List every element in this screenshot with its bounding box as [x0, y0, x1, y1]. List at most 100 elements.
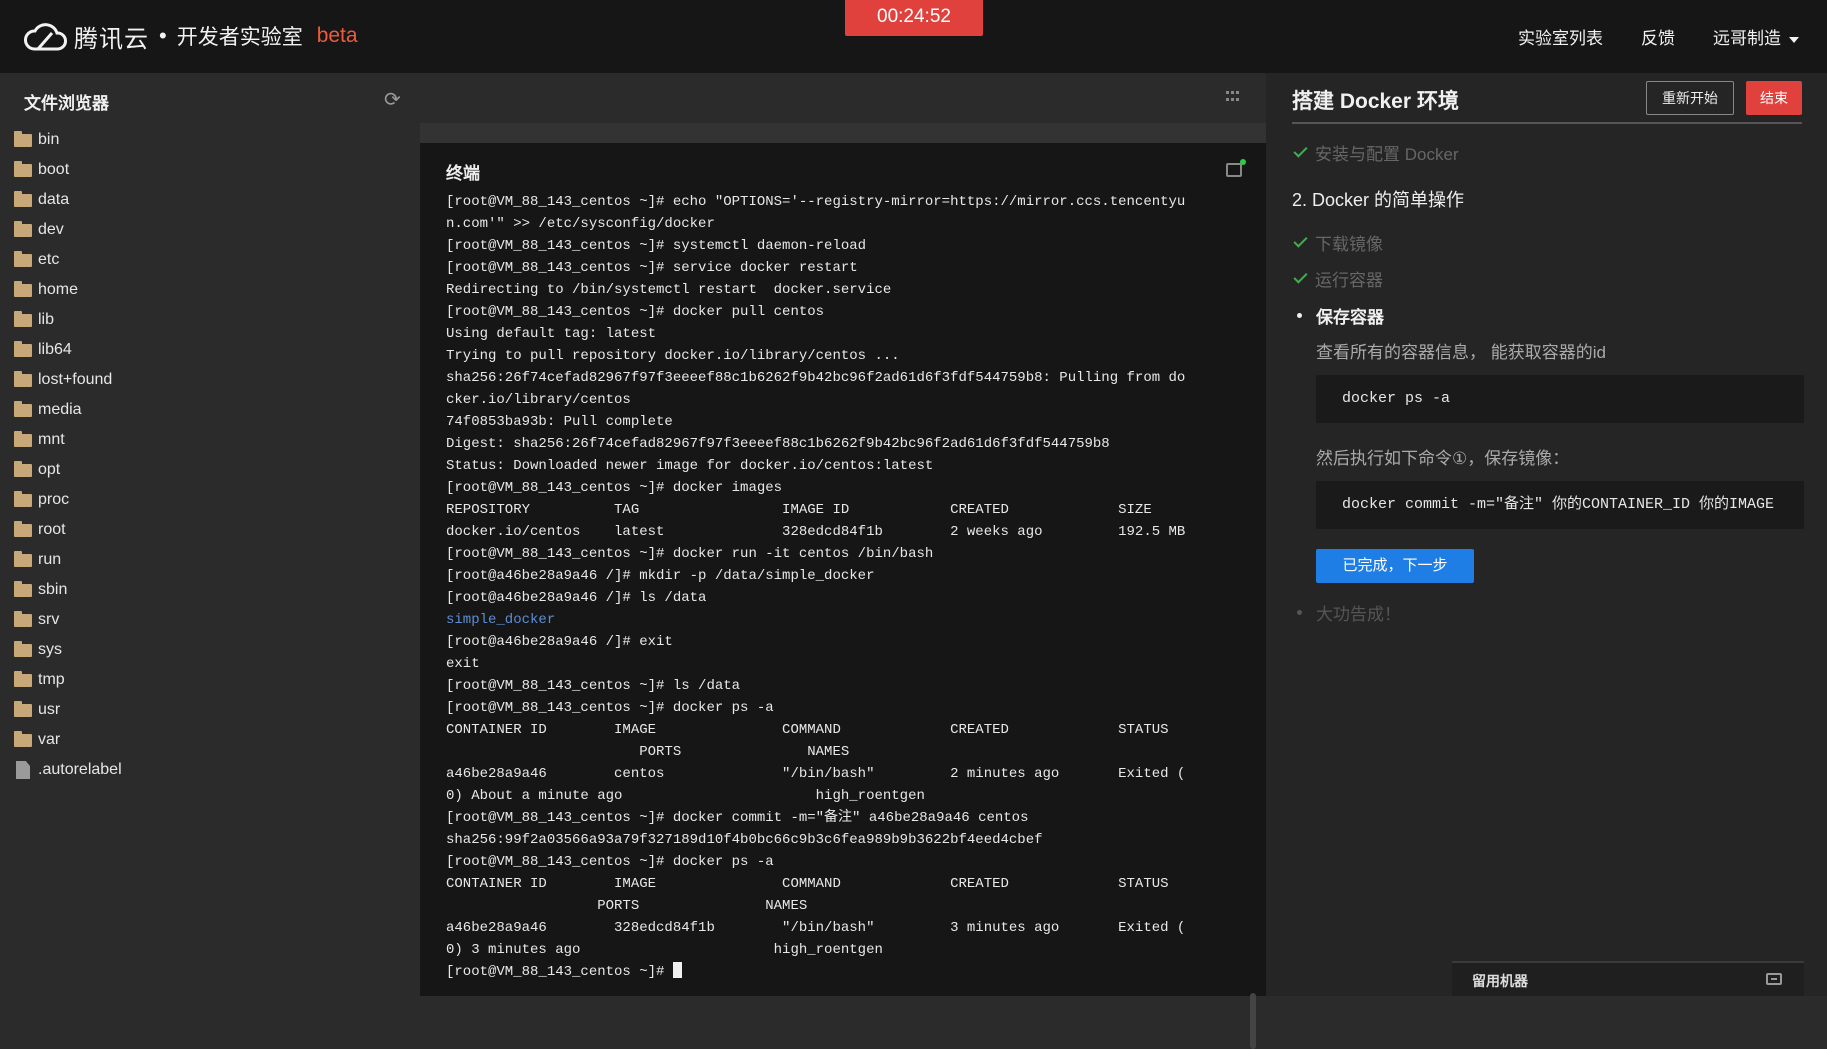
terminal-line-text: [root@VM_88_143_centos ~]# ls /data: [446, 678, 741, 694]
terminal-line-text: PORTS NAMES: [446, 744, 850, 760]
terminal-line: a46be28a9a46 328edcd84f1b "/bin/bash" 3 …: [446, 917, 1246, 939]
file-list-item[interactable]: home: [14, 275, 122, 305]
terminal-line-text: Using default tag: latest: [446, 326, 657, 342]
file-list-item[interactable]: lib: [14, 305, 122, 335]
end-button[interactable]: 结束: [1746, 81, 1802, 115]
terminal-scrollbar[interactable]: [1250, 993, 1256, 1049]
terminal[interactable]: 终端 [root@VM_88_143_centos ~]# echo "OPTI…: [420, 143, 1266, 1049]
file-name: etc: [38, 251, 60, 268]
folder-icon: [14, 190, 32, 207]
file-name: lost+found: [38, 371, 113, 388]
folder-icon: [14, 430, 32, 447]
terminal-output[interactable]: [root@VM_88_143_centos ~]# echo "OPTIONS…: [446, 191, 1246, 983]
step-label: 运行容器: [1315, 271, 1383, 290]
code-block[interactable]: docker commit -m="备注" 你的CONTAINER_ID 你的I…: [1316, 481, 1804, 529]
file-list-item[interactable]: tmp: [14, 665, 122, 695]
terminal-line-text: Status: Downloaded newer image for docke…: [446, 458, 934, 474]
step-label: 安装与配置 Docker: [1315, 145, 1459, 164]
terminal-line-text: [root@VM_88_143_centos ~]# docker ps -a: [446, 700, 774, 716]
folder-icon: [14, 310, 32, 327]
step-label: 下载镜像: [1315, 235, 1383, 254]
step-run-container[interactable]: 运行容器: [1292, 266, 1383, 291]
step-label: 大功告成！: [1316, 605, 1401, 624]
terminal-line-text: [root@a46be28a9a46 /]# mkdir -p /data/si…: [446, 568, 875, 584]
user-name: 远哥制造: [1713, 29, 1781, 48]
folder-icon: [14, 640, 32, 657]
code-block[interactable]: docker ps -a: [1316, 375, 1804, 423]
file-browser-title: 文件浏览器: [24, 94, 109, 113]
file-list-item[interactable]: sbin: [14, 575, 122, 605]
file-list-item[interactable]: bin: [14, 125, 122, 155]
file-list-item[interactable]: proc: [14, 485, 122, 515]
file-list-item[interactable]: lost+found: [14, 365, 122, 395]
popout-window-icon[interactable]: [1226, 159, 1246, 177]
file-list-item[interactable]: usr: [14, 695, 122, 725]
file-browser: 文件浏览器 ⟳ bin boot data dev etc home lib lib64 los…: [0, 73, 420, 996]
file-list-item[interactable]: srv: [14, 605, 122, 635]
terminal-line: PORTS NAMES: [446, 895, 1246, 917]
file-list-item[interactable]: data: [14, 185, 122, 215]
terminal-line: Redirecting to /bin/systemctl restart do…: [446, 279, 1246, 301]
file-list-item[interactable]: mnt: [14, 425, 122, 455]
folder-icon: [14, 220, 32, 237]
terminal-line-text: CONTAINER ID IMAGE COMMAND CREATED STATU…: [446, 722, 1169, 738]
terminal-line-text: a46be28a9a46 centos "/bin/bash" 2 minute…: [446, 766, 1186, 782]
next-step-button[interactable]: 已完成，下一步: [1316, 549, 1474, 583]
step-install-configure[interactable]: 安装与配置 Docker: [1292, 140, 1459, 165]
divider: [420, 123, 1266, 143]
bullet-icon: [1297, 313, 1302, 318]
divider: [1292, 122, 1802, 124]
terminal-line: [root@VM_88_143_centos ~]# systemctl dae…: [446, 235, 1246, 257]
terminal-line-text: cker.io/library/centos: [446, 392, 631, 408]
file-list-item[interactable]: lib64: [14, 335, 122, 365]
terminal-line: CONTAINER ID IMAGE COMMAND CREATED STATU…: [446, 719, 1246, 741]
file-list-item[interactable]: media: [14, 395, 122, 425]
grid-menu-icon[interactable]: [1226, 91, 1240, 103]
file-list-item[interactable]: dev: [14, 215, 122, 245]
logo[interactable]: 腾讯云 • 开发者实验室 beta: [24, 14, 358, 58]
terminal-line: Trying to pull repository docker.io/libr…: [446, 345, 1246, 367]
nav-user-menu[interactable]: 远哥制造: [1713, 24, 1799, 49]
file-list-item[interactable]: root: [14, 515, 122, 545]
terminal-line-text: Redirecting to /bin/systemctl restart do…: [446, 282, 892, 298]
refresh-icon[interactable]: ⟳: [384, 87, 401, 112]
terminal-line: [root@a46be28a9a46 /]# exit: [446, 631, 1246, 653]
terminal-line-text: PORTS NAMES: [446, 898, 808, 914]
terminal-line: 0) 3 minutes ago high_roentgen: [446, 939, 1246, 961]
step-download-image[interactable]: 下载镜像: [1292, 230, 1383, 255]
file-list-item[interactable]: etc: [14, 245, 122, 275]
beta-badge: beta: [316, 24, 358, 47]
folder-icon: [14, 580, 32, 597]
terminal-line: [root@VM_88_143_centos ~]# echo "OPTIONS…: [446, 191, 1246, 213]
terminal-line: [root@a46be28a9a46 /]# mkdir -p /data/si…: [446, 565, 1246, 587]
file-name: home: [38, 281, 79, 298]
file-name: dev: [38, 221, 64, 238]
chat-icon[interactable]: [1766, 973, 1782, 985]
file-list-item[interactable]: var: [14, 725, 122, 755]
reserve-machine-bar[interactable]: 留用机器: [1452, 961, 1804, 996]
terminal-line-text: [root@VM_88_143_centos ~]# systemctl dae…: [446, 238, 867, 254]
lab-guide-panel: 搭建 Docker 环境 重新开始 结束 安装与配置 Docker 2. Doc…: [1266, 73, 1827, 996]
file-name: proc: [38, 491, 70, 508]
nav-lab-list[interactable]: 实验室列表: [1518, 24, 1603, 49]
file-name: run: [38, 551, 62, 568]
terminal-line-text: exit: [446, 656, 480, 672]
file-name: bin: [38, 131, 60, 148]
nav-feedback[interactable]: 反馈: [1641, 24, 1675, 49]
file-list-item[interactable]: sys: [14, 635, 122, 665]
file-list-item[interactable]: boot: [14, 155, 122, 185]
file-list-item[interactable]: run: [14, 545, 122, 575]
terminal-line: [root@VM_88_143_centos ~]# docker images: [446, 477, 1246, 499]
terminal-line: simple_docker: [446, 609, 1246, 631]
folder-icon: [14, 610, 32, 627]
brand-name: 腾讯云: [74, 25, 149, 53]
terminal-line-text: n.com'" >> /etc/sysconfig/docker: [446, 216, 715, 232]
terminal-line-text: docker.io/centos latest 328edcd84f1b 2 w…: [446, 524, 1186, 540]
step-label: 保存容器: [1316, 308, 1384, 327]
file-list-item[interactable]: opt: [14, 455, 122, 485]
step-save-container[interactable]: 保存容器: [1292, 303, 1384, 328]
file-name: data: [38, 191, 70, 208]
folder-icon: [14, 520, 32, 537]
file-list-item[interactable]: .autorelabel: [14, 755, 122, 785]
restart-button[interactable]: 重新开始: [1646, 81, 1734, 115]
